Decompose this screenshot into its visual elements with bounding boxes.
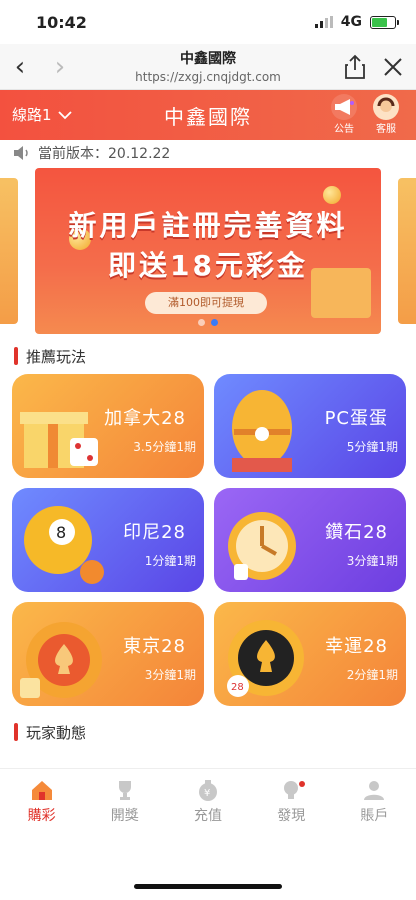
carousel-dots <box>35 319 381 326</box>
banner-next-peek[interactable] <box>398 178 416 324</box>
game-name: PC蛋蛋 <box>324 408 388 429</box>
game-card[interactable]: PC蛋蛋 5分鐘1期 <box>214 374 406 478</box>
close-button[interactable] <box>376 52 410 82</box>
tab-draw[interactable]: 開獎 <box>83 769 166 832</box>
banner-headline: 新用戶註冊完善資料 <box>68 209 348 242</box>
banner-slide[interactable]: 新用戶註冊完善資料 即送18元彩金 滿100即可提現 <box>35 168 381 334</box>
players-heading: 玩家動態 <box>0 714 416 750</box>
game-name: 印尼28 <box>123 522 186 543</box>
game-name: 東京28 <box>123 636 186 657</box>
browser-url: https://zxgj.cnqjdgt.com <box>135 70 281 84</box>
forward-button[interactable]: › <box>40 44 80 90</box>
poker-chip-icon <box>20 622 102 698</box>
banner-prev-peek[interactable] <box>0 178 18 324</box>
game-name: 鑽石28 <box>325 522 388 543</box>
clock-icon <box>228 512 296 580</box>
recommend-heading-text: 推薦玩法 <box>26 347 87 366</box>
game-period: 5分鐘1期 <box>346 440 398 454</box>
section-marker <box>14 723 18 741</box>
game-name: 加拿大28 <box>104 408 186 429</box>
tab-label: 賬戶 <box>360 808 389 824</box>
game-card[interactable]: 28 幸運28 2分鐘1期 <box>214 602 406 706</box>
game-card[interactable]: 鑽石28 3分鐘1期 <box>214 488 406 592</box>
tab-label: 購彩 <box>27 808 56 824</box>
tab-label: 充值 <box>194 808 222 824</box>
version-text: 當前版本：20.12.22 <box>38 146 171 162</box>
close-icon <box>384 58 402 76</box>
tab-label: 開獎 <box>110 808 139 824</box>
game-period: 1分鐘1期 <box>144 554 196 568</box>
network-label: 4G <box>340 14 362 30</box>
battery-icon <box>370 15 399 29</box>
status-indicators: 4G <box>314 14 399 30</box>
home-icon <box>29 779 55 801</box>
signal-icon <box>314 16 333 28</box>
notice-button[interactable]: 公告 <box>326 94 362 135</box>
gift-icon <box>20 412 98 468</box>
service-button[interactable]: 客服 <box>368 94 404 135</box>
app-header: 線路1 中鑫國際 公告 客服 <box>0 90 416 140</box>
carousel-dot-active[interactable] <box>211 319 218 326</box>
tab-recharge[interactable]: ¥ 充值 <box>166 769 249 832</box>
game-period: 3分鐘1期 <box>144 668 196 682</box>
game-card[interactable]: 加拿大28 3.5分鐘1期 <box>12 374 204 478</box>
share-icon <box>345 54 365 79</box>
share-button[interactable] <box>338 52 372 82</box>
chevron-down-icon <box>57 110 72 119</box>
money-bag-icon: ¥ <box>195 779 221 801</box>
section-marker <box>14 347 18 365</box>
browser-page-title: 中鑫國際 <box>180 51 236 67</box>
players-heading-text: 玩家動態 <box>26 723 87 742</box>
svg-text:28: 28 <box>231 682 244 693</box>
tab-discover[interactable]: 發現 <box>250 769 333 832</box>
bottom-tab-bar: 購彩 開獎 ¥ 充值 發現 賬戶 <box>0 768 416 832</box>
banner-pill: 滿100即可提現 <box>145 292 267 314</box>
megaphone-icon <box>331 94 357 120</box>
spade-chip-icon: 28 <box>227 620 304 697</box>
status-time: 10:42 <box>36 12 87 32</box>
carousel-dot[interactable] <box>198 319 205 326</box>
browser-toolbar: ‹ › 中鑫國際 https://zxgj.cnqjdgt.com <box>0 44 416 90</box>
banner-carousel[interactable]: 新用戶註冊完善資料 即送18元彩金 滿100即可提現 <box>0 168 416 338</box>
speaker-icon <box>14 146 28 160</box>
banner-subheadline: 即送18元彩金 <box>108 249 308 282</box>
home-indicator[interactable] <box>134 884 282 889</box>
tab-buy[interactable]: 購彩 <box>0 769 83 832</box>
customer-service-icon <box>373 94 399 120</box>
trophy-icon <box>112 779 138 801</box>
egg-icon <box>232 390 292 472</box>
game-grid: 加拿大28 3.5分鐘1期 PC蛋蛋 5分鐘1期 8 印尼28 1分鐘1期 鑽石… <box>0 374 416 706</box>
coin-icon <box>323 186 341 204</box>
tab-label: 發現 <box>277 808 306 824</box>
game-card[interactable]: 東京28 3分鐘1期 <box>12 602 204 706</box>
line-selector-label: 線路1 <box>12 106 52 124</box>
game-period: 2分鐘1期 <box>346 668 398 682</box>
status-bar: 10:42 4G <box>0 0 416 44</box>
billiard-ball-icon: 8 <box>24 506 104 584</box>
svg-text:¥: ¥ <box>204 788 210 799</box>
tab-account[interactable]: 賬戶 <box>333 769 416 832</box>
line-selector[interactable]: 線路1 <box>12 104 72 125</box>
browser-address[interactable]: 中鑫國際 https://zxgj.cnqjdgt.com <box>90 48 326 84</box>
version-notice: 當前版本：20.12.22 <box>0 140 416 166</box>
notice-label: 公告 <box>334 124 354 135</box>
back-button[interactable]: ‹ <box>0 44 40 90</box>
service-label: 客服 <box>376 124 396 135</box>
recommend-heading: 推薦玩法 <box>0 338 416 374</box>
user-icon <box>361 779 387 801</box>
svg-text:8: 8 <box>56 523 66 542</box>
game-period: 3分鐘1期 <box>346 554 398 568</box>
notification-dot <box>298 781 305 787</box>
game-name: 幸運28 <box>325 636 388 657</box>
game-card[interactable]: 8 印尼28 1分鐘1期 <box>12 488 204 592</box>
game-period: 3.5分鐘1期 <box>133 440 196 454</box>
